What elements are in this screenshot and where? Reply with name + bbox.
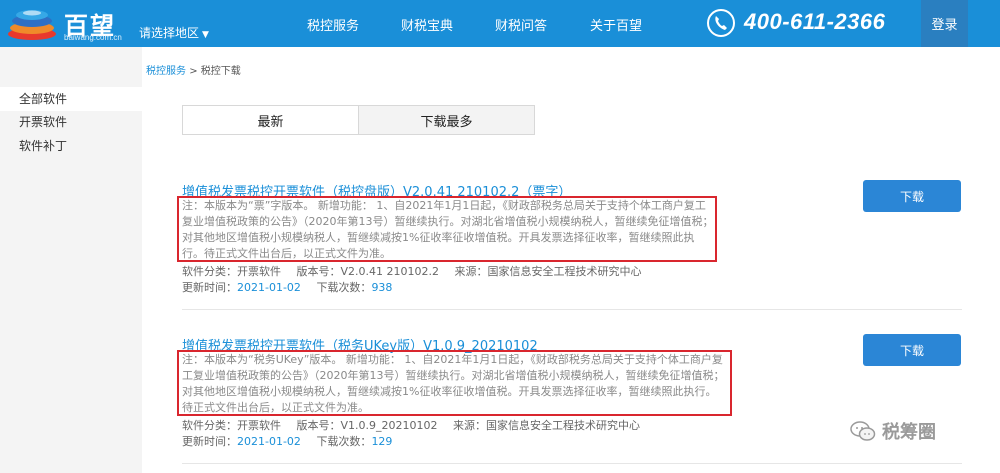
downloads-value: 129	[371, 435, 393, 448]
watermark: 税筹圈	[850, 418, 936, 444]
download-button[interactable]: 下载	[863, 334, 961, 366]
downloads-label: 下载次数：	[316, 435, 372, 448]
login-button[interactable]: 登录	[921, 0, 968, 47]
tab-most-downloaded[interactable]: 下载最多	[359, 106, 534, 134]
version-value: V1.0.9_20210102	[340, 419, 438, 432]
region-label: 请选择地区	[139, 26, 200, 40]
breadcrumb-root[interactable]: 税控服务	[146, 66, 186, 77]
baiwang-logo[interactable]: 百望 baiwang.com.cn	[6, 4, 130, 44]
item-divider	[182, 309, 962, 310]
software-meta-row: 更新时间：2021-01-02 下载次数：129	[182, 433, 392, 449]
category-label: 软件分类：	[182, 265, 237, 278]
watermark-text: 税筹圈	[882, 422, 936, 443]
category-label: 软件分类：	[182, 419, 237, 432]
nav-tax-control-service[interactable]: 税控服务	[307, 15, 359, 34]
sidebar-item-all-software[interactable]: 全部软件	[0, 87, 142, 111]
category-value: 开票软件	[237, 419, 281, 432]
updated-label: 更新时间：	[182, 435, 237, 448]
highlight-box	[177, 196, 717, 262]
item-divider	[182, 463, 962, 464]
source-label: 来源：	[453, 419, 487, 432]
downloads-value: 938	[371, 281, 393, 294]
category-value: 开票软件	[237, 265, 281, 278]
software-meta-row: 软件分类：开票软件 版本号：V1.0.9_20210102 来源：国家信息安全工…	[182, 417, 640, 433]
sidebar-item-software-patch[interactable]: 软件补丁	[0, 134, 142, 158]
top-header: 百望 baiwang.com.cn 请选择地区 ▼ 税控服务 财税宝典 财税问答 …	[0, 0, 1000, 47]
sidebar: 全部软件 开票软件 软件补丁	[0, 47, 142, 473]
main-content: 税控服务 > 税控下载 最新 下载最多 增值税发票税控开票软件（税控盘版）V2.…	[142, 47, 1000, 473]
updated-value: 2021-01-02	[237, 435, 301, 448]
updated-label: 更新时间：	[182, 281, 237, 294]
nav-tax-handbook[interactable]: 财税宝典	[401, 15, 453, 34]
hotline-number: 400-611-2366	[744, 9, 886, 34]
tab-latest[interactable]: 最新	[183, 106, 359, 134]
phone-icon	[707, 9, 735, 37]
download-button[interactable]: 下载	[863, 180, 961, 212]
breadcrumb: 税控服务 > 税控下载	[146, 62, 241, 77]
source-label: 来源：	[454, 265, 488, 278]
caret-down-icon: ▼	[202, 30, 209, 40]
source-value: 国家信息安全工程技术研究中心	[486, 419, 641, 432]
breadcrumb-current: 税控下载	[200, 66, 241, 77]
nav-about[interactable]: 关于百望	[590, 15, 642, 34]
source-value: 国家信息安全工程技术研究中心	[487, 265, 642, 278]
logo-stack-icon	[8, 10, 56, 40]
version-label: 版本号：	[296, 419, 341, 432]
software-meta-row: 软件分类：开票软件 版本号：V2.0.41 210102.2 来源：国家信息安全…	[182, 263, 642, 279]
wechat-icon	[850, 421, 876, 441]
version-label: 版本号：	[296, 265, 341, 278]
highlight-box	[177, 350, 732, 416]
downloads-label: 下载次数：	[316, 281, 372, 294]
version-value: V2.0.41 210102.2	[340, 265, 440, 278]
logo-domain: baiwang.com.cn	[64, 33, 122, 42]
sort-tabs: 最新 下载最多	[182, 105, 535, 135]
updated-value: 2021-01-02	[237, 281, 301, 294]
sidebar-item-invoicing-software[interactable]: 开票软件	[0, 110, 142, 134]
software-meta-row: 更新时间：2021-01-02 下载次数：938	[182, 279, 392, 295]
nav-tax-qa[interactable]: 财税问答	[495, 15, 547, 34]
region-selector[interactable]: 请选择地区 ▼	[139, 24, 209, 41]
breadcrumb-separator: >	[189, 66, 198, 77]
